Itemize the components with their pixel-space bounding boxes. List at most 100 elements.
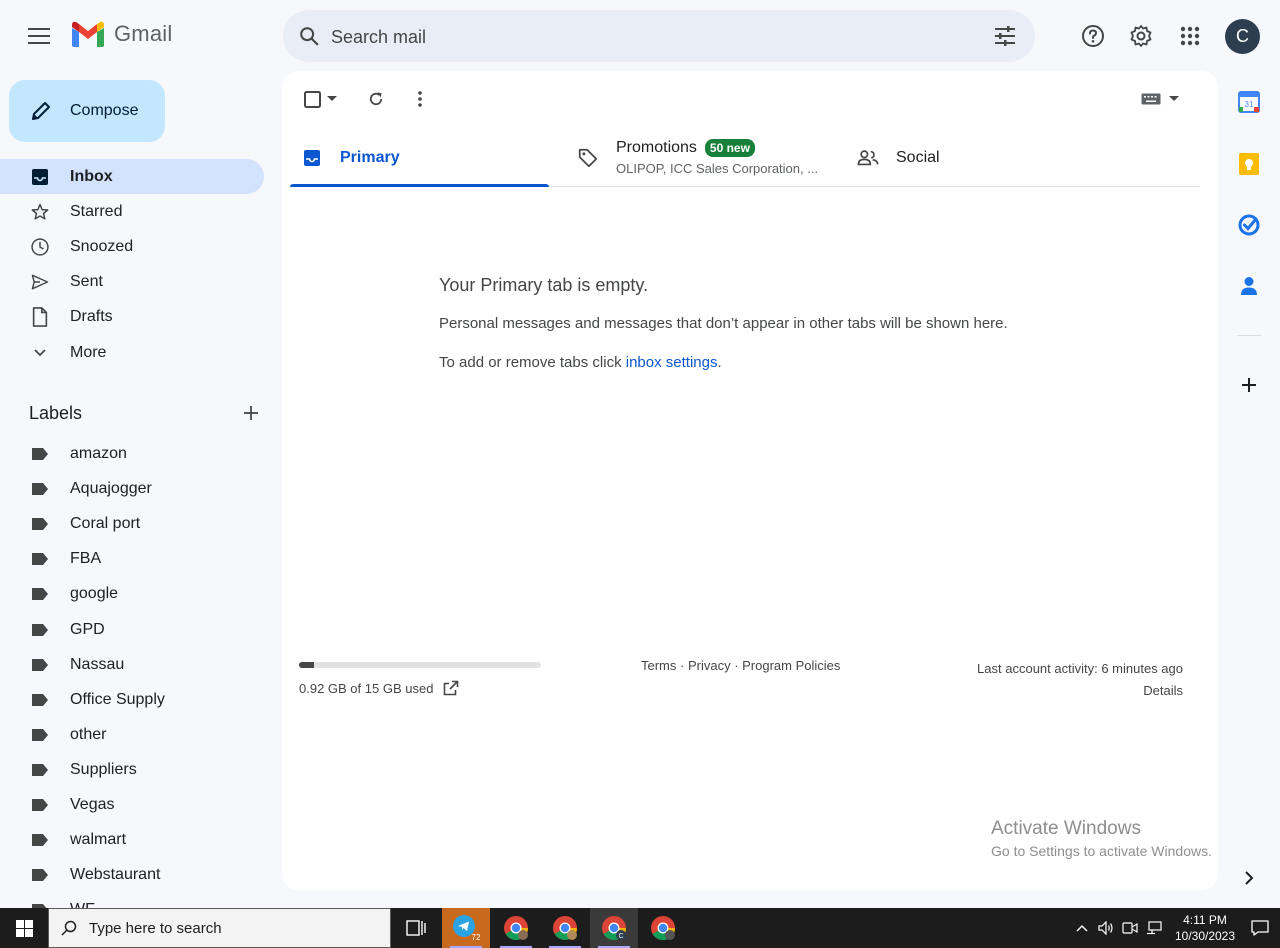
details-link[interactable]: Details xyxy=(977,680,1183,702)
plus-icon xyxy=(1241,377,1257,393)
windows-logo-icon xyxy=(15,919,33,937)
open-in-new-icon xyxy=(443,680,459,696)
gmail-logo[interactable]: Gmail xyxy=(70,20,172,48)
show-side-panel-button[interactable] xyxy=(1234,863,1264,893)
nav-item-inbox[interactable]: Inbox xyxy=(0,159,264,194)
label-item[interactable]: FBA xyxy=(0,541,264,576)
taskbar-chrome-4[interactable] xyxy=(639,908,687,948)
nav-item-sent[interactable]: Sent xyxy=(0,264,264,299)
refresh-button[interactable] xyxy=(362,85,390,113)
search-bar[interactable] xyxy=(283,10,1035,62)
inbox-settings-link[interactable]: inbox settings xyxy=(626,354,718,371)
label-item[interactable]: amazon xyxy=(0,436,264,471)
tab-promotions[interactable]: Promotions 50 new OLIPOP, ICC Sales Corp… xyxy=(566,129,846,186)
chevron-up-icon xyxy=(1076,924,1088,932)
label-tag-icon xyxy=(30,830,50,850)
nav-item-starred[interactable]: Starred xyxy=(0,194,264,229)
side-panel-divider xyxy=(1237,335,1261,336)
label-tag-icon xyxy=(30,865,50,885)
pencil-icon xyxy=(29,99,53,123)
network-button[interactable] xyxy=(1142,908,1166,948)
empty-state-description: Personal messages and messages that don’… xyxy=(439,315,1008,332)
taskbar-search-input[interactable] xyxy=(87,918,371,938)
notification-icon xyxy=(1251,920,1269,936)
speaker-icon xyxy=(1098,921,1114,935)
label-item[interactable]: walmart xyxy=(0,822,264,857)
more-options-button[interactable] xyxy=(406,85,434,113)
settings-button[interactable] xyxy=(1122,17,1160,55)
clock-icon xyxy=(28,235,52,259)
select-all-checkbox[interactable] xyxy=(300,85,340,113)
volume-button[interactable] xyxy=(1094,908,1118,948)
nav-item-label: Starred xyxy=(70,202,123,220)
main-menu-button[interactable] xyxy=(20,17,58,55)
empty-state-title: Your Primary tab is empty. xyxy=(439,275,649,295)
taskbar-chrome-1[interactable] xyxy=(492,908,540,948)
label-item[interactable]: GPD xyxy=(0,612,264,647)
taskbar-chrome-3[interactable]: C xyxy=(590,908,638,948)
taskbar-search[interactable] xyxy=(48,908,391,948)
label-name: Webstaurant xyxy=(70,865,161,883)
search-icon[interactable] xyxy=(295,22,323,50)
label-item[interactable]: Aquajogger xyxy=(0,471,264,506)
search-options-icon[interactable] xyxy=(991,22,1019,50)
search-input[interactable] xyxy=(329,23,953,51)
notifications-button[interactable] xyxy=(1240,908,1280,948)
start-button[interactable] xyxy=(0,908,48,948)
gear-icon xyxy=(1129,24,1153,48)
watermark-subtitle: Go to Settings to activate Windows. xyxy=(991,843,1212,859)
label-item[interactable]: Office Supply xyxy=(0,682,264,717)
label-item[interactable]: Nassau xyxy=(0,647,264,682)
label-item[interactable]: google xyxy=(0,576,264,611)
compose-button[interactable]: Compose xyxy=(9,80,165,142)
tab-social[interactable]: Social xyxy=(846,129,1046,186)
category-tabs: Primary Promotions 50 new OLIPOP, ICC Sa… xyxy=(290,129,1200,187)
last-activity-text: Last account activity: 6 minutes ago xyxy=(977,661,1183,676)
empty-state-hint: To add or remove tabs click inbox settin… xyxy=(439,354,722,371)
taskbar-clock[interactable]: 4:11 PM 10/30/2023 xyxy=(1170,912,1240,944)
manage-storage-link[interactable] xyxy=(443,680,459,696)
help-icon xyxy=(1081,24,1105,48)
taskbar-telegram[interactable]: 72 xyxy=(442,908,490,948)
program-policies-link[interactable]: Program Policies xyxy=(742,658,840,673)
label-item[interactable]: Suppliers xyxy=(0,752,264,787)
label-tag-icon xyxy=(30,725,50,745)
add-label-button[interactable] xyxy=(243,405,259,421)
task-view-button[interactable] xyxy=(392,908,440,948)
contacts-app-button[interactable] xyxy=(1234,271,1264,301)
nav-item-drafts[interactable]: Drafts xyxy=(0,299,264,334)
show-hidden-icons-button[interactable] xyxy=(1070,908,1094,948)
google-apps-button[interactable] xyxy=(1171,17,1209,55)
support-button[interactable] xyxy=(1074,17,1112,55)
nav-item-label: Drafts xyxy=(70,307,113,325)
label-tag-icon xyxy=(30,655,50,675)
chrome-icon xyxy=(552,915,578,941)
clock-time: 4:11 PM xyxy=(1183,913,1227,927)
nav-item-snoozed[interactable]: Snoozed xyxy=(0,229,264,264)
nav-item-more[interactable]: More xyxy=(0,335,264,370)
hint-prefix: To add or remove tabs click xyxy=(439,354,626,371)
task-view-icon xyxy=(406,920,426,936)
label-item[interactable]: Coral port xyxy=(0,506,264,541)
account-avatar[interactable]: C xyxy=(1225,19,1260,54)
taskbar-chrome-2[interactable] xyxy=(541,908,589,948)
privacy-link[interactable]: Privacy xyxy=(688,658,731,673)
label-item[interactable]: Vegas xyxy=(0,787,264,822)
terms-link[interactable]: Terms xyxy=(641,658,676,673)
get-addons-button[interactable] xyxy=(1234,370,1264,400)
storage-usage: 0.92 GB of 15 GB used xyxy=(299,680,459,696)
label-item[interactable]: other xyxy=(0,717,264,752)
telegram-icon: 72 xyxy=(452,914,480,942)
label-item[interactable]: Webstaurant xyxy=(0,857,264,892)
keep-app-button[interactable] xyxy=(1234,149,1264,179)
tasks-app-button[interactable] xyxy=(1234,210,1264,240)
telegram-badge: 72 xyxy=(472,933,480,942)
clock-date: 10/30/2023 xyxy=(1174,929,1236,943)
tab-primary[interactable]: Primary xyxy=(290,129,549,187)
input-tools-button[interactable] xyxy=(1140,85,1180,113)
keep-icon xyxy=(1239,153,1259,175)
storage-meter xyxy=(299,662,541,668)
calendar-app-button[interactable]: 31 xyxy=(1234,87,1264,117)
refresh-icon xyxy=(367,90,385,108)
meet-now-button[interactable] xyxy=(1118,908,1142,948)
